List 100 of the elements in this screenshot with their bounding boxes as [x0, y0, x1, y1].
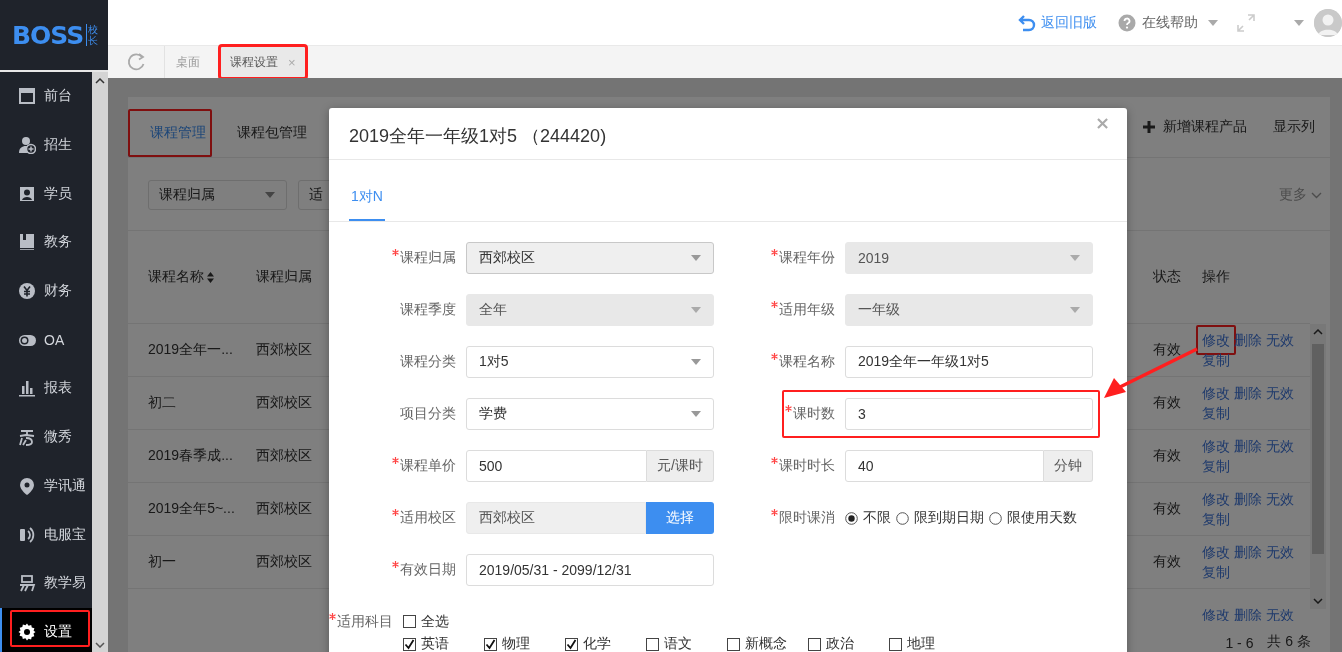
unit-label: 元/课时	[647, 450, 714, 482]
table-cell-text: 2019全年5~...	[148, 500, 236, 518]
select-field[interactable]: 1对5	[466, 346, 714, 378]
sidebar-item[interactable]: 设置	[0, 607, 92, 652]
sidebar-item[interactable]: 前台	[0, 72, 92, 121]
required-icon	[771, 353, 778, 360]
help-icon	[1118, 13, 1136, 32]
table-cell-text: 西郊校区	[256, 500, 313, 518]
table-cell-text: 有效	[1153, 341, 1182, 359]
filter-dropdown[interactable]: 课程归属	[148, 180, 287, 210]
caret-icon	[691, 359, 701, 365]
required-icon	[392, 561, 399, 568]
input-field[interactable]: 40	[845, 450, 1044, 482]
field-label: 课程归属	[329, 242, 456, 274]
table-cell-text: 初二	[148, 394, 177, 412]
contact-card-icon	[18, 184, 36, 203]
table-cell-text: 西郊校区	[256, 341, 313, 359]
sidebar-item[interactable]: 电服宝	[0, 510, 92, 559]
checkbox[interactable]	[646, 637, 659, 651]
scroll-down-icon	[95, 642, 105, 648]
radio-button[interactable]	[989, 511, 1002, 525]
required-icon	[392, 249, 399, 256]
required-icon	[771, 509, 778, 516]
column-header: 课程归属	[256, 268, 313, 286]
sidebar-item[interactable]: OA	[0, 315, 92, 365]
yen-coin-icon	[18, 282, 36, 301]
sidebar-item[interactable]: 招生	[0, 120, 92, 170]
input-field[interactable]: 2019全年一年级1对5	[845, 346, 1093, 378]
sidebar-item[interactable]: 财务	[0, 266, 92, 316]
checkbox-option[interactable]: 地理	[889, 635, 970, 652]
caret-icon	[1070, 255, 1080, 261]
required-icon	[392, 509, 399, 516]
checkbox-option[interactable]: 化学	[565, 635, 646, 652]
sidebar-item[interactable]: 教务	[0, 218, 92, 267]
stairs-mark-icon	[18, 574, 36, 593]
table-cell-text: 西郊校区	[256, 553, 313, 571]
field-label: 适用年级	[714, 294, 835, 326]
checkbox[interactable]	[565, 637, 578, 651]
sidebar-item[interactable]: 微秀	[0, 412, 92, 462]
table-cell-text: 西郊校区	[256, 394, 313, 412]
required-icon	[771, 457, 778, 464]
table-cell-text: 有效	[1153, 447, 1182, 465]
checkbox[interactable]	[403, 615, 416, 628]
old-version-link[interactable]: 返回旧版	[1018, 13, 1097, 32]
radio-option[interactable]: 限使用天数	[989, 509, 1077, 527]
column-header[interactable]: 课程名称	[148, 268, 256, 286]
field-label: 适用校区	[329, 502, 456, 534]
caret-icon	[691, 307, 701, 313]
location-pin-icon	[18, 476, 36, 495]
sidebar-item[interactable]: 学员	[0, 169, 92, 219]
chevron-down-icon	[1311, 191, 1322, 199]
page-tab[interactable]: 课程设置 ×	[220, 46, 306, 78]
sidebar-item[interactable]: 学讯通	[0, 461, 92, 511]
field-label: 项目分类	[399, 404, 456, 423]
checkbox-option[interactable]: 物理	[484, 635, 565, 652]
table-cell-text: 有效	[1153, 394, 1182, 412]
checkbox[interactable]	[727, 637, 740, 651]
radio-option[interactable]: 不限	[845, 509, 891, 527]
input-field[interactable]: 2019/05/31 - 2099/12/31	[466, 554, 714, 586]
checkbox-option[interactable]: 政治	[808, 635, 889, 652]
select-field[interactable]: 西郊校区	[466, 242, 714, 274]
checkbox-option[interactable]: 语文	[646, 635, 727, 652]
columns-button[interactable]: 显示列	[1273, 97, 1315, 157]
field-label: 课程年份	[714, 242, 835, 274]
checkbox[interactable]	[889, 637, 902, 651]
pagination-total: 共 6 条	[1267, 633, 1311, 651]
input-field[interactable]: 西郊校区	[466, 502, 646, 534]
radio-button[interactable]	[845, 511, 858, 525]
section-tab[interactable]: 课程包管理	[231, 109, 313, 157]
sidebar-scrollbar[interactable]	[92, 72, 108, 652]
checkbox-option[interactable]: 英语	[403, 635, 484, 652]
book-icon	[18, 233, 36, 252]
wave-mark-icon	[18, 428, 36, 447]
checkbox[interactable]	[808, 637, 821, 651]
field-label: 限时课消	[714, 502, 835, 534]
select-field[interactable]: 学费	[466, 398, 714, 430]
input-field[interactable]: 3	[845, 398, 1093, 430]
checkbox[interactable]	[403, 637, 416, 651]
sidebar-item[interactable]: 教学易	[0, 558, 92, 608]
column-header: 操作	[1202, 268, 1231, 286]
input-field[interactable]: 500	[466, 450, 648, 482]
table-cell-text: 有效	[1153, 500, 1182, 518]
checkbox-option[interactable]: 新概念	[727, 635, 808, 652]
add-course-button[interactable]: 新增课程产品	[1143, 97, 1247, 157]
help-menu[interactable]: 在线帮助	[1118, 13, 1218, 32]
field-label: 有效日期	[329, 554, 456, 586]
caret-icon	[691, 255, 701, 261]
dialog-tab[interactable]: 1对N	[349, 160, 385, 221]
logo-badge: 校长	[86, 24, 99, 46]
field-label: 适用科目	[329, 606, 393, 638]
radio-option[interactable]: 限到期日期	[896, 509, 984, 527]
select-button[interactable]: 选择	[646, 502, 714, 534]
caret-icon	[691, 411, 701, 417]
sidebar-item[interactable]: 报表	[0, 364, 92, 413]
checkbox-option[interactable]: 全选	[403, 612, 449, 631]
field-label: 课时时长	[714, 450, 835, 482]
table-scrollbar[interactable]	[1310, 324, 1326, 609]
checkbox[interactable]	[484, 637, 497, 651]
radio-button[interactable]	[896, 511, 909, 525]
field-label: 课程名称	[714, 346, 835, 378]
